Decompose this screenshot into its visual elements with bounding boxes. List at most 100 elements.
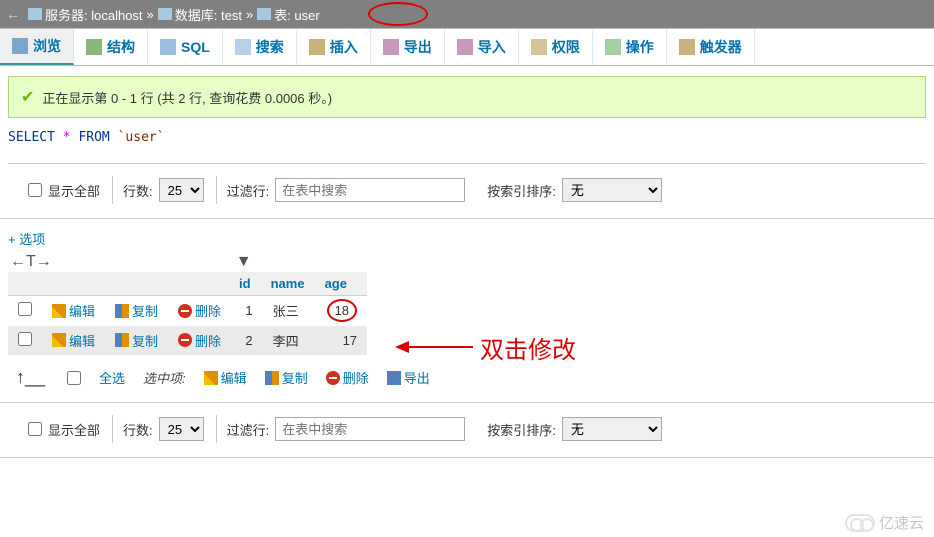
batch-copy[interactable]: 复制	[265, 368, 308, 387]
results-table: id name age 编辑 复制 删除 1 张三 18 编辑 复制 删除 2 …	[8, 272, 367, 355]
sort-select[interactable]: 无	[562, 178, 662, 202]
tab-insert[interactable]: 插入	[297, 29, 371, 65]
row-edit[interactable]: 编辑	[52, 331, 95, 350]
tab-label: 权限	[552, 37, 580, 57]
tab-label: 导出	[404, 37, 432, 57]
cell-id[interactable]: 1	[231, 296, 263, 326]
batch-export[interactable]: 导出	[387, 368, 430, 387]
show-all-checkbox[interactable]	[28, 422, 42, 436]
tab-import[interactable]: 导入	[445, 29, 519, 65]
show-all-label: 显示全部	[48, 181, 100, 200]
crumb-database[interactable]: 数据库: test	[175, 5, 242, 24]
import-icon	[457, 39, 473, 55]
row-delete[interactable]: 删除	[178, 331, 221, 350]
rows-label: 行数:	[123, 420, 153, 439]
cell-name[interactable]: 张三	[263, 296, 317, 326]
copy-label: 复制	[132, 301, 158, 320]
rows-label: 行数:	[123, 181, 153, 200]
show-all-label: 显示全部	[48, 420, 100, 439]
with-selected-arrow-icon: ↑__	[16, 367, 49, 388]
cell-age[interactable]: 17	[317, 326, 367, 356]
tab-label: 插入	[330, 37, 358, 57]
search-icon	[235, 39, 251, 55]
export-label: 导出	[404, 368, 430, 387]
edit-label: 编辑	[69, 331, 95, 350]
row-checkbox[interactable]	[18, 302, 32, 316]
rows-select[interactable]: 25	[159, 178, 204, 202]
pencil-icon	[204, 371, 218, 385]
sql-icon	[160, 39, 176, 55]
annotation-text: 双击修改	[480, 330, 576, 365]
breadcrumb-bar: ← 服务器: localhost » 数据库: test » 表: user	[0, 0, 934, 28]
watermark: 亿速云	[845, 512, 924, 533]
batch-edit[interactable]: 编辑	[204, 368, 247, 387]
tab-triggers[interactable]: 触发器	[667, 29, 755, 65]
privileges-icon	[531, 39, 547, 55]
cell-id[interactable]: 2	[231, 326, 263, 356]
cell-name[interactable]: 李四	[263, 326, 317, 356]
col-age[interactable]: age	[317, 272, 367, 296]
pencil-icon	[52, 304, 66, 318]
tab-search[interactable]: 搜索	[223, 29, 297, 65]
options-toggle[interactable]: + 选项	[0, 219, 53, 252]
tab-privileges[interactable]: 权限	[519, 29, 593, 65]
pencil-icon	[52, 333, 66, 347]
tab-label: 导入	[478, 37, 506, 57]
sql-keyword: FROM	[78, 130, 109, 145]
move-left-icon[interactable]: ←T→	[10, 253, 52, 271]
export-icon	[387, 371, 401, 385]
crumb-sep: »	[246, 7, 253, 22]
delete-icon	[178, 304, 192, 318]
annotation-arrow	[395, 337, 475, 357]
show-all-checkbox[interactable]	[28, 183, 42, 197]
database-icon	[158, 8, 172, 20]
row-copy[interactable]: 复制	[115, 331, 158, 350]
sort-select[interactable]: 无	[562, 417, 662, 441]
filter-label: 过滤行:	[227, 181, 270, 200]
row-checkbox[interactable]	[18, 332, 32, 346]
row-copy[interactable]: 复制	[115, 301, 158, 320]
delete-label: 删除	[195, 331, 221, 350]
tab-label: 浏览	[33, 36, 61, 56]
column-controls: ←T→ ▼	[0, 252, 934, 272]
select-all-checkbox[interactable]	[67, 371, 81, 385]
crumb-table[interactable]: 表: user	[274, 5, 320, 24]
copy-icon	[115, 304, 129, 318]
cell-age[interactable]: 18	[317, 296, 367, 326]
tab-export[interactable]: 导出	[371, 29, 445, 65]
sort-dropdown-icon[interactable]: ▼	[236, 253, 252, 271]
edit-label: 编辑	[221, 368, 247, 387]
row-delete[interactable]: 删除	[178, 301, 221, 320]
tab-label: 操作	[626, 37, 654, 57]
structure-icon	[86, 39, 102, 55]
rows-select[interactable]: 25	[159, 417, 204, 441]
tab-sql[interactable]: SQL	[148, 29, 223, 65]
tab-operations[interactable]: 操作	[593, 29, 667, 65]
tab-label: SQL	[181, 39, 210, 55]
col-name[interactable]: name	[263, 272, 317, 296]
tab-browse[interactable]: 浏览	[0, 29, 74, 65]
table-row: 编辑 复制 删除 2 李四 17	[8, 326, 367, 356]
row-edit[interactable]: 编辑	[52, 301, 95, 320]
table-row: 编辑 复制 删除 1 张三 18	[8, 296, 367, 326]
table-icon	[257, 8, 271, 20]
copy-label: 复制	[132, 331, 158, 350]
delete-icon	[178, 333, 192, 347]
crumb-server[interactable]: 服务器: localhost	[45, 5, 143, 24]
tab-label: 结构	[107, 37, 135, 57]
back-arrow-icon[interactable]: ←	[6, 6, 20, 22]
tab-structure[interactable]: 结构	[74, 29, 148, 65]
batch-delete[interactable]: 删除	[326, 368, 369, 387]
batch-actions-bar: ↑__ 全选 选中项: 编辑 复制 删除 导出	[0, 355, 934, 403]
select-all-link[interactable]: 全选	[99, 368, 125, 387]
pagination-toolbar-bottom: 显示全部 行数: 25 过滤行: 按索引排序: 无	[0, 403, 934, 458]
filter-label: 过滤行:	[227, 420, 270, 439]
filter-input[interactable]	[275, 417, 465, 441]
col-id[interactable]: id	[231, 272, 263, 296]
status-text: 正在显示第 0 - 1 行 (共 2 行, 查询花费 0.0006 秒。)	[42, 88, 332, 107]
highlighted-value: 18	[327, 299, 357, 322]
sort-label: 按索引排序:	[487, 181, 556, 200]
pagination-toolbar-top: 显示全部 行数: 25 过滤行: 按索引排序: 无	[0, 164, 934, 219]
tab-label: 搜索	[256, 37, 284, 57]
filter-input[interactable]	[275, 178, 465, 202]
